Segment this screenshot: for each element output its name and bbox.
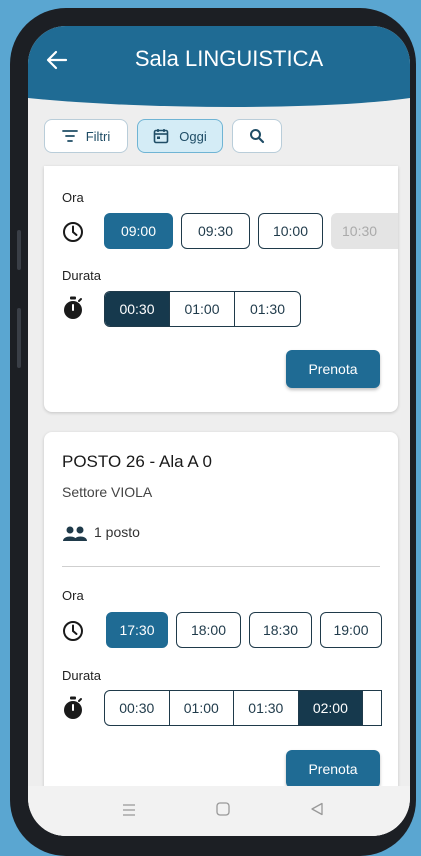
- duration-option[interactable]: 01:30: [234, 691, 299, 725]
- time-slot-disabled: 10:30: [331, 213, 398, 249]
- duration-selector: 00:30 01:00 01:30 02:00: [104, 690, 382, 726]
- duration-option[interactable]: 00:30: [105, 292, 170, 326]
- duration-label: Durata: [62, 668, 102, 683]
- people-icon: [63, 526, 87, 541]
- time-slot[interactable]: 10:00: [258, 213, 323, 249]
- time-slot[interactable]: 18:00: [176, 612, 241, 648]
- time-slot[interactable]: 17:30: [106, 612, 168, 648]
- time-slot[interactable]: 18:30: [249, 612, 312, 648]
- slot-card: Ora 09:00 09:30 10:00 10:30 Durata 00:30…: [44, 166, 398, 412]
- search-icon: [250, 129, 265, 144]
- divider: [62, 566, 380, 567]
- seat-card: POSTO 26 - Ala A 0 Settore VIOLA 1 posto…: [44, 432, 398, 836]
- book-button[interactable]: Prenota: [286, 750, 380, 788]
- clock-icon: [63, 222, 83, 242]
- time-label: Ora: [62, 588, 84, 603]
- filters-label: Filtri: [85, 128, 111, 144]
- today-label: Oggi: [179, 128, 207, 144]
- search-button[interactable]: [232, 119, 282, 153]
- duration-selector: 00:30 01:00 01:30: [104, 291, 301, 327]
- calendar-icon: [153, 129, 169, 144]
- app-screen: Sala LINGUISTICA Filtri Oggi Ora 09:00 0…: [28, 26, 410, 836]
- duration-option[interactable]: 01:30: [235, 292, 300, 326]
- page-title: Sala LINGUISTICA: [134, 46, 324, 71]
- duration-option[interactable]: 00:30: [105, 691, 170, 725]
- book-button[interactable]: Prenota: [286, 350, 380, 388]
- clock-icon: [63, 621, 83, 641]
- sector-label: Settore VIOLA: [62, 484, 153, 500]
- seats-count: 1 posto: [94, 524, 140, 540]
- time-slot[interactable]: 09:30: [181, 213, 250, 249]
- duration-option[interactable]: 02:00: [298, 691, 364, 725]
- recent-apps-icon[interactable]: [122, 804, 136, 816]
- back-icon[interactable]: [310, 802, 324, 816]
- volume-down-button: [17, 308, 21, 368]
- system-nav-bar: [28, 786, 410, 836]
- home-icon[interactable]: [216, 802, 230, 816]
- app-bar: Sala LINGUISTICA: [28, 26, 410, 98]
- time-slot[interactable]: 19:00: [320, 612, 382, 648]
- back-arrow-icon[interactable]: [46, 50, 68, 70]
- time-label: Ora: [62, 190, 84, 205]
- volume-up-button: [17, 230, 21, 270]
- duration-option-partial[interactable]: [363, 691, 381, 725]
- duration-label: Durata: [62, 268, 102, 283]
- stopwatch-icon: [64, 296, 82, 319]
- duration-option[interactable]: 01:00: [170, 691, 235, 725]
- header-wave: [28, 96, 410, 107]
- today-button[interactable]: Oggi: [137, 119, 223, 153]
- duration-option[interactable]: 01:00: [170, 292, 235, 326]
- filter-icon: [61, 130, 78, 142]
- filters-button[interactable]: Filtri: [44, 119, 128, 153]
- seat-title: POSTO 26 - Ala A 0: [62, 452, 212, 471]
- stopwatch-icon: [64, 696, 82, 719]
- time-slot[interactable]: 09:00: [104, 213, 173, 249]
